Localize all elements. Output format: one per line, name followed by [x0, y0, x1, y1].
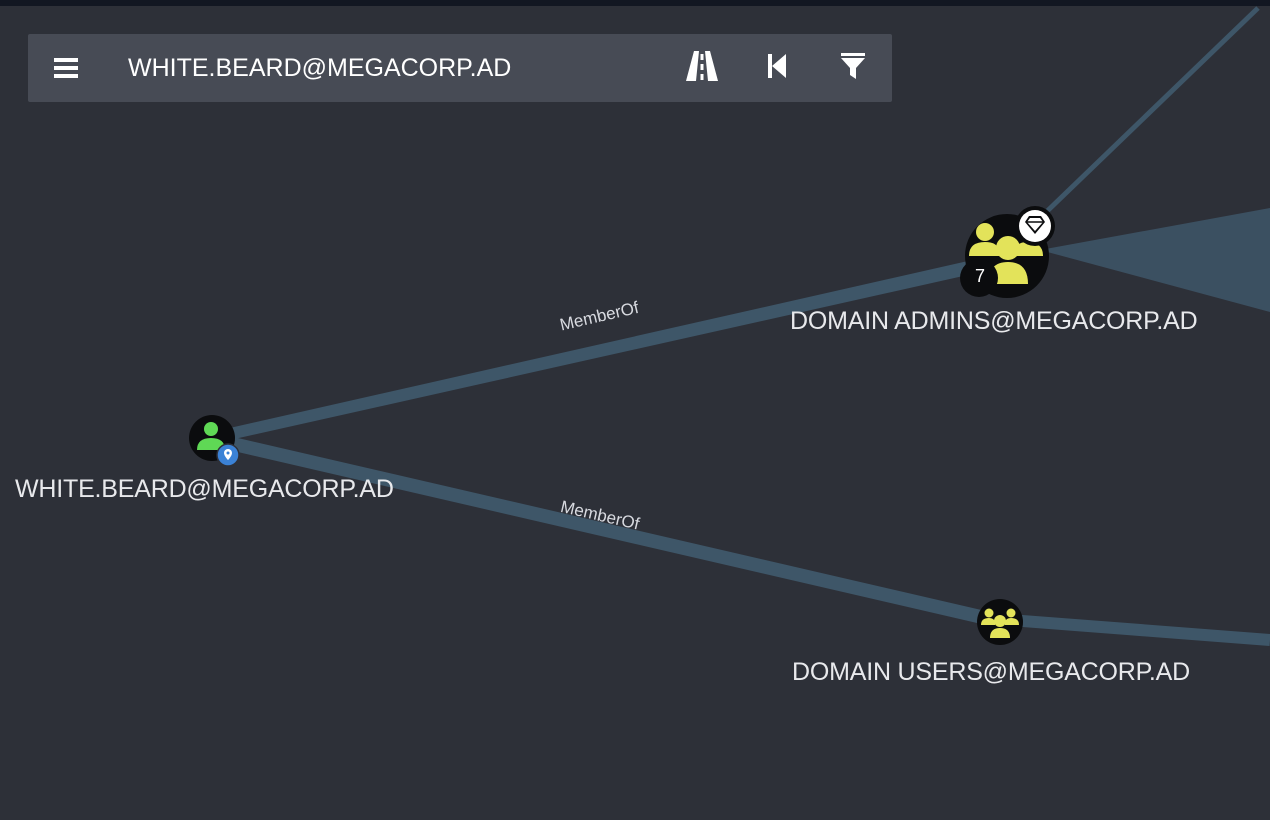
- filter-button[interactable]: [831, 46, 875, 86]
- edge-users-right: [1009, 614, 1270, 646]
- back-button[interactable]: [755, 46, 799, 86]
- group-icon: [960, 206, 1055, 298]
- menu-button[interactable]: [40, 50, 92, 86]
- edge-fan-right: [1040, 208, 1270, 312]
- edge-top-right: [1038, 6, 1260, 220]
- member-count-badge: 7: [974, 266, 985, 286]
- node-label-domain-admins: DOMAIN ADMINS@MEGACORP.AD: [790, 307, 1198, 335]
- edge-memberof-admins[interactable]: [212, 256, 990, 444]
- search-input[interactable]: [128, 48, 648, 88]
- node-label-white-beard: WHITE.BEARD@MEGACORP.AD: [15, 475, 394, 503]
- node-group-domain-admins[interactable]: 7: [955, 204, 1065, 304]
- graph-edges: [212, 6, 1270, 646]
- group-icon: [977, 599, 1023, 645]
- road-icon: [686, 51, 718, 81]
- user-icon: [189, 415, 240, 467]
- edge-memberof-users[interactable]: [212, 432, 990, 626]
- step-backward-icon: [768, 54, 786, 78]
- map-marker-icon: [216, 443, 240, 467]
- node-group-domain-users[interactable]: [975, 598, 1025, 648]
- filter-icon: [841, 53, 865, 79]
- node-user-white-beard[interactable]: [186, 414, 242, 470]
- graph-canvas[interactable]: MemberOf MemberOf WHITE.BEARD@MEGACORP.A…: [0, 0, 1270, 820]
- pathfinding-button[interactable]: [680, 46, 724, 86]
- node-label-domain-users: DOMAIN USERS@MEGACORP.AD: [792, 658, 1190, 686]
- hamburger-menu-icon: [54, 58, 78, 78]
- diamond-icon: [1015, 206, 1055, 246]
